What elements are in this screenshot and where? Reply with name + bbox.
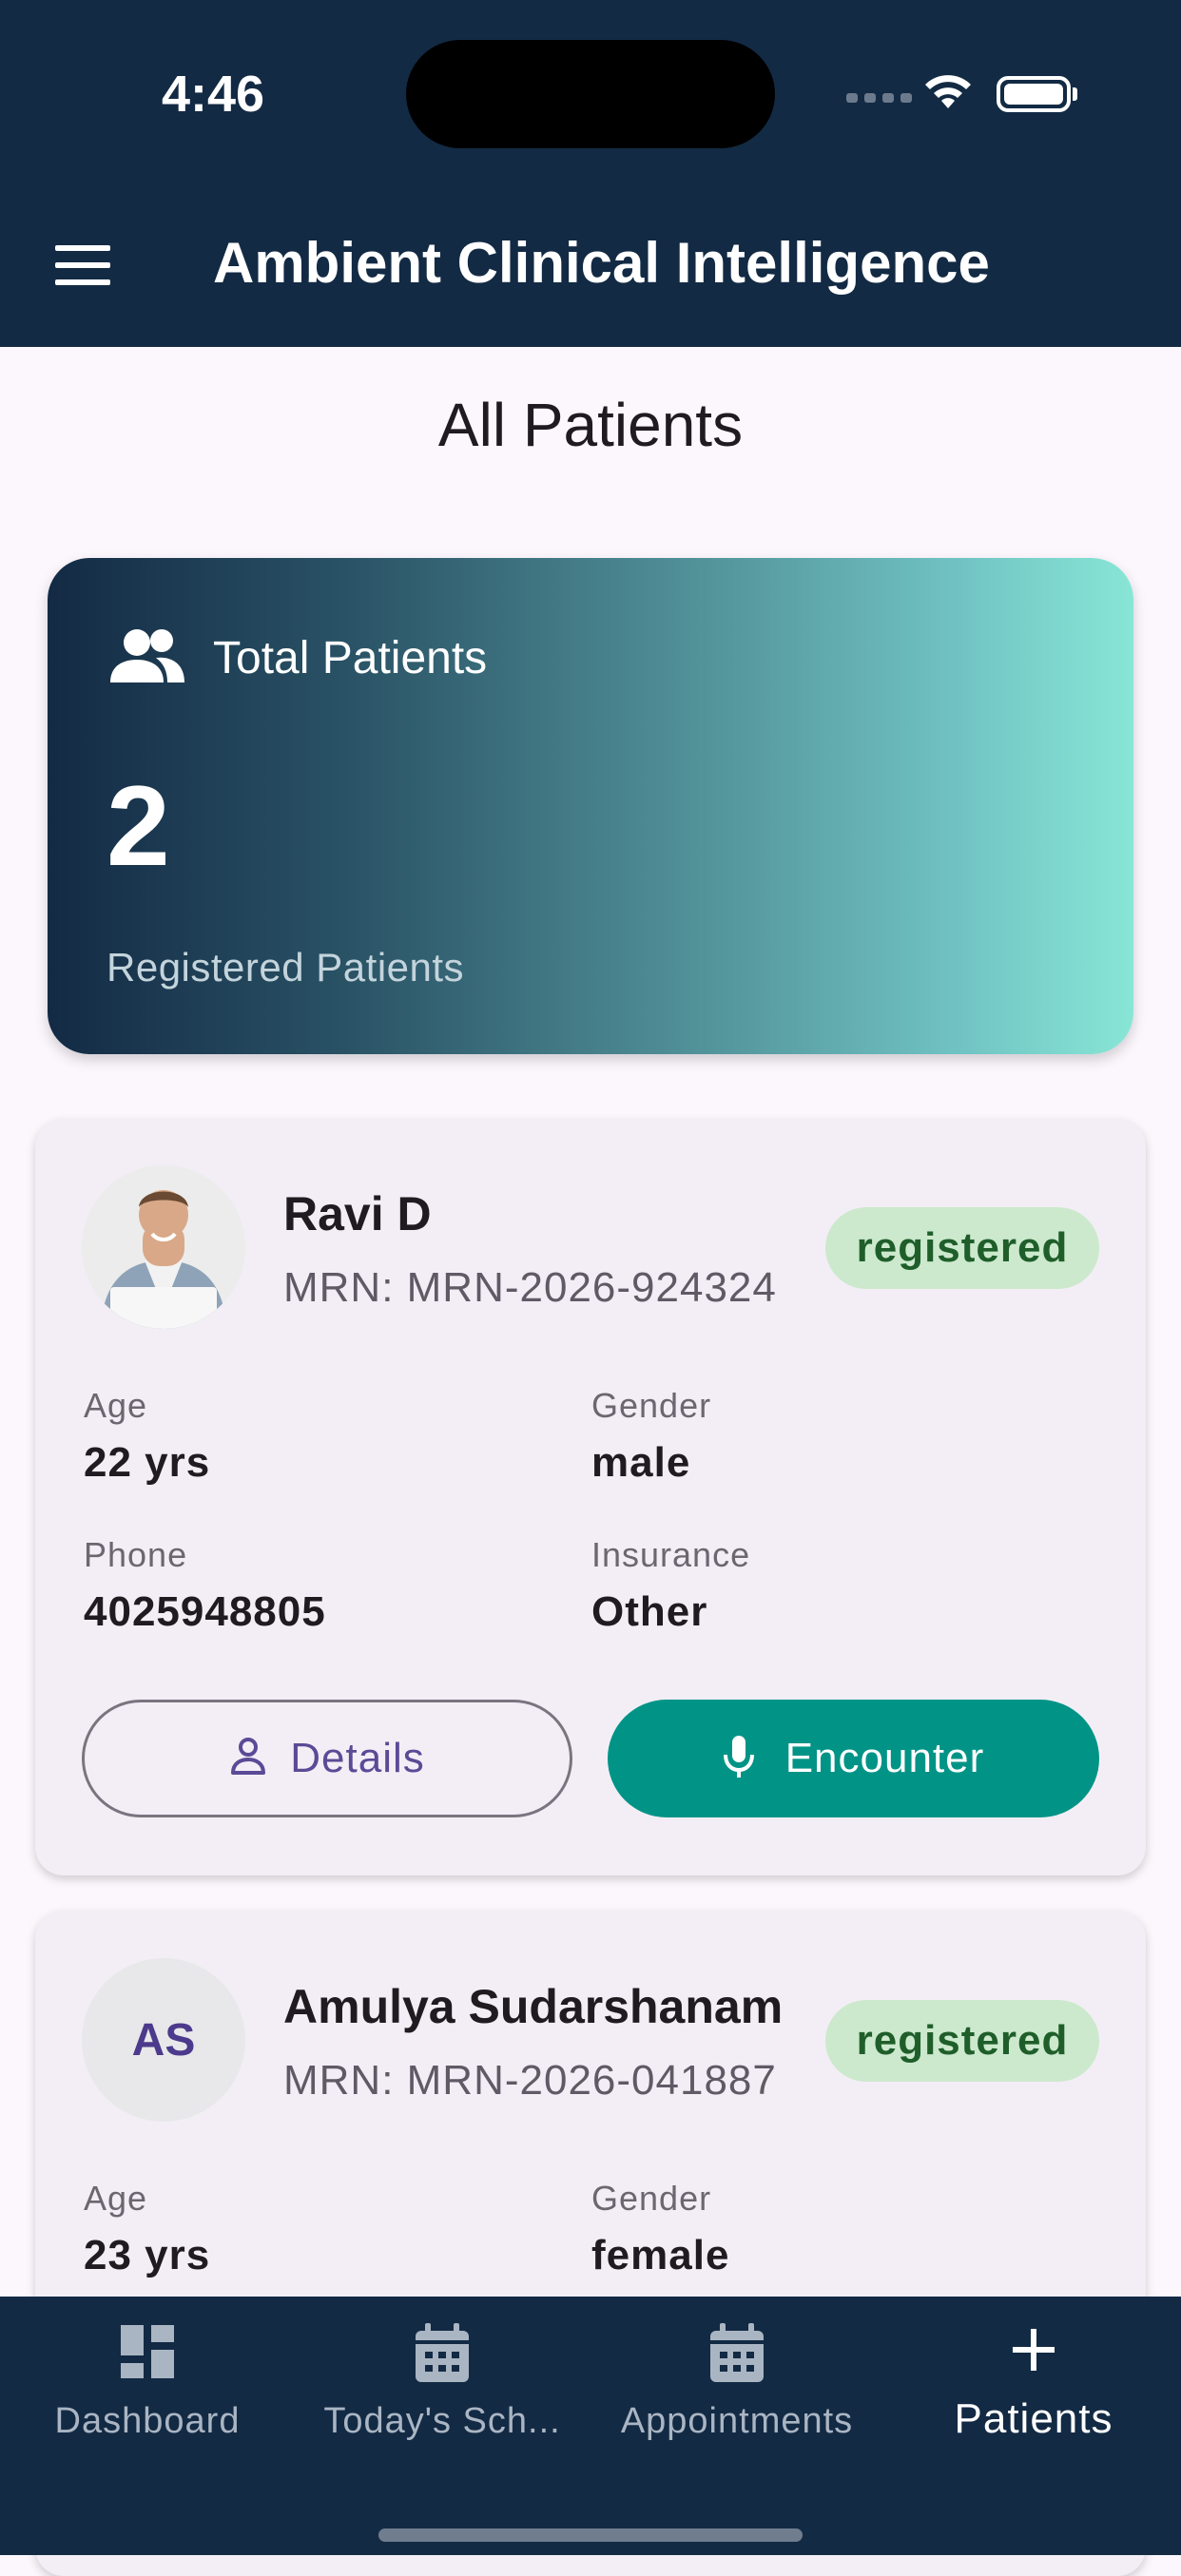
summary-label: Total Patients [213,633,488,683]
summary-count: 2 [106,762,170,890]
nav-label: Dashboard [54,2401,241,2441]
phone-value: 4025948805 [84,1588,326,1635]
page-title: All Patients [437,391,744,459]
dynamic-island [406,40,775,148]
insurance-label: Insurance [591,1535,751,1574]
nav-label: Patients [954,2395,1113,2442]
cellular-signal-icon [846,93,912,103]
calendar-icon [708,2323,765,2389]
calendar-icon [414,2323,471,2389]
nav-item-dashboard[interactable]: Dashboard [0,2297,295,2477]
gender-label: Gender [591,2179,712,2218]
patient-avatar [82,1165,245,1329]
home-indicator [378,2528,803,2542]
gender-value: female [591,2232,730,2278]
encounter-button[interactable]: Encounter [608,1700,1099,1817]
phone-label: Phone [84,1535,188,1574]
summary-subtitle: Registered Patients [106,945,465,990]
patient-name: Amulya Sudarshanam [283,1980,784,2033]
app-title: Ambient Clinical Intelligence [213,231,990,295]
patient-avatar-initials: AS [82,1958,245,2122]
people-icon [108,627,186,691]
insurance-value: Other [591,1588,708,1635]
status-badge: registered [825,2000,1099,2082]
plus-icon [1011,2323,1056,2377]
gender-value: male [591,1439,691,1486]
age-label: Age [84,1386,148,1425]
status-badge: registered [825,1207,1099,1289]
patient-mrn: MRN: MRN-2026-924324 [283,1264,777,1311]
nav-label: Today's Sch... [323,2401,561,2441]
age-value: 23 yrs [84,2232,211,2278]
dashboard-icon [119,2323,176,2385]
microphone-icon [723,1734,755,1784]
person-icon [229,1737,267,1781]
nav-item-appointments[interactable]: Appointments [590,2297,884,2477]
battery-cap [1073,87,1077,101]
nav-item-todays-schedule[interactable]: Today's Sch... [295,2297,590,2477]
nav-item-patients[interactable]: Patients [886,2297,1181,2477]
patient-mrn: MRN: MRN-2026-041887 [283,2057,777,2104]
wifi-icon [922,74,974,117]
age-label: Age [84,2179,148,2218]
battery-icon [997,76,1071,112]
gender-label: Gender [591,1386,712,1425]
encounter-button-label: Encounter [784,1735,985,1781]
status-time: 4:46 [162,66,265,123]
patient-name: Ravi D [283,1187,432,1240]
details-button-label: Details [290,1735,425,1781]
menu-icon[interactable] [55,245,110,285]
nav-label: Appointments [620,2401,854,2441]
details-button[interactable]: Details [82,1700,572,1817]
age-value: 22 yrs [84,1439,211,1486]
